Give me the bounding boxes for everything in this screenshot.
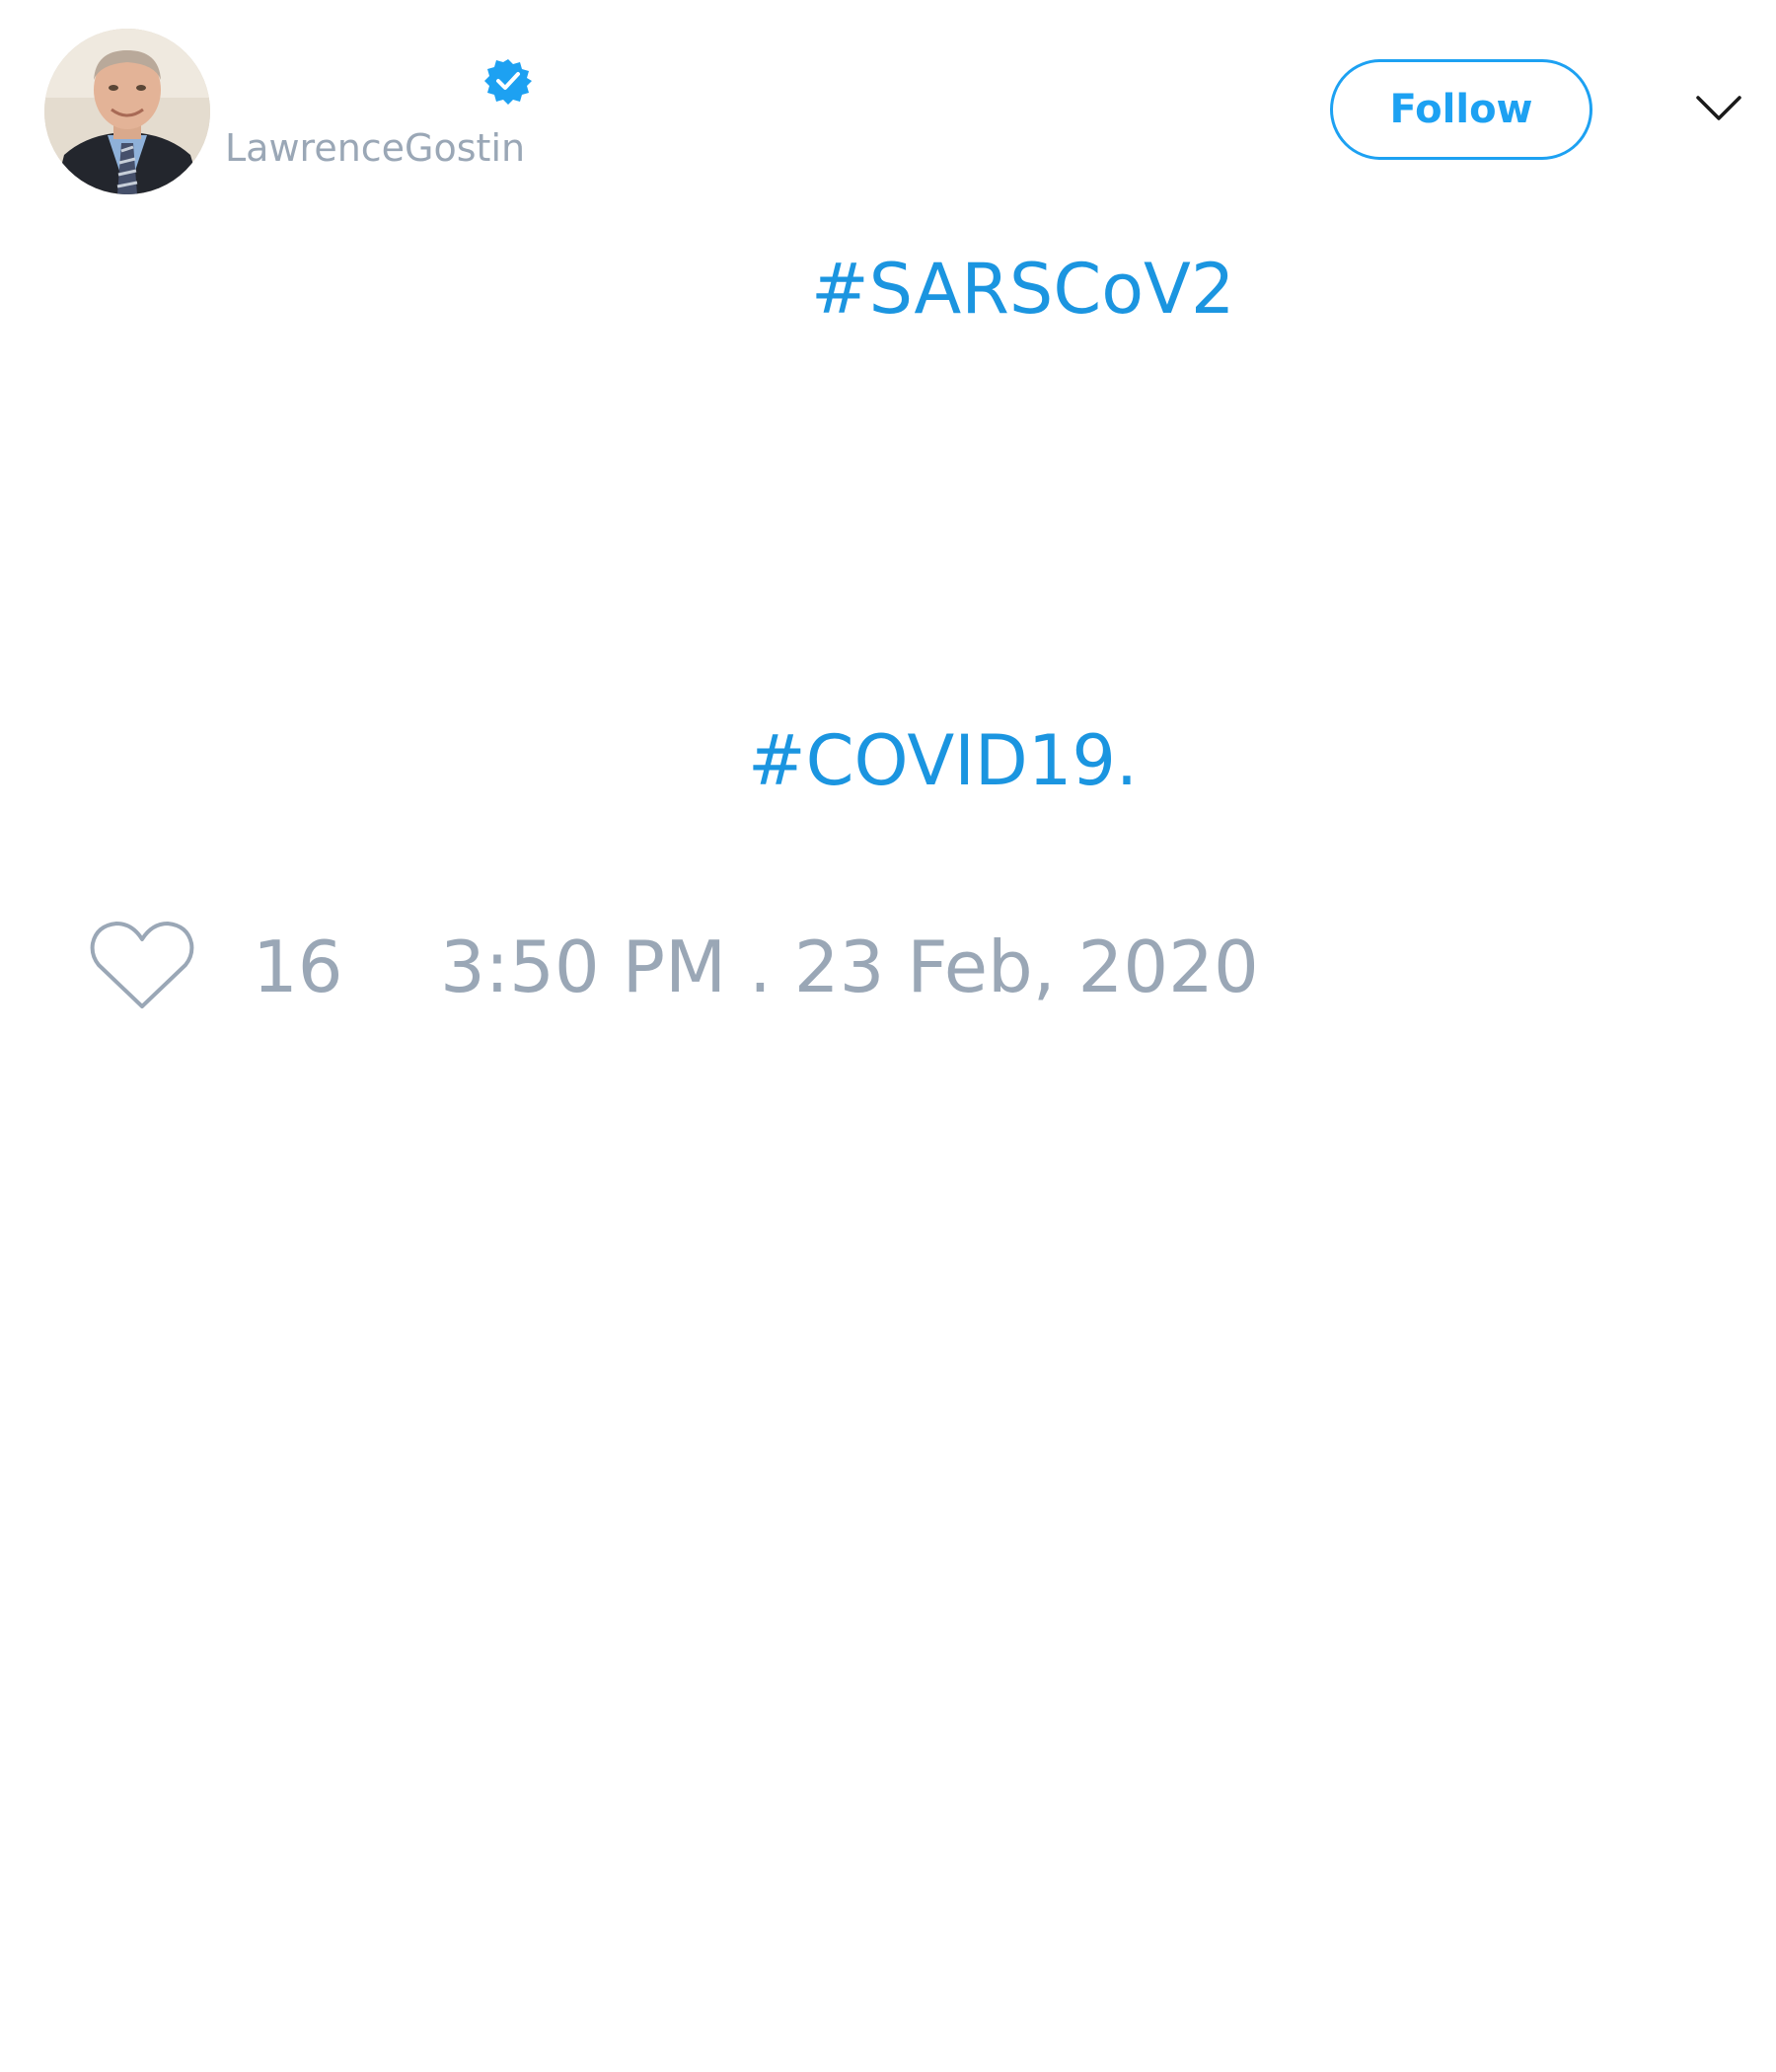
- avatar-image: [44, 29, 210, 194]
- hashtag-link-covid19[interactable]: #COVID19.: [748, 720, 1138, 801]
- verified-badge-icon: [484, 57, 532, 105]
- chevron-down-icon[interactable]: [1695, 95, 1742, 122]
- author-handle[interactable]: LawrenceGostin: [225, 126, 525, 170]
- heart-icon[interactable]: [89, 920, 195, 1012]
- tweet-timestamp[interactable]: 3:50 PM . 23 Feb, 2020: [440, 925, 1259, 1008]
- follow-button[interactable]: Follow: [1330, 59, 1592, 160]
- hashtag-link-sarscov2[interactable]: #SARSCoV2: [811, 249, 1234, 330]
- author-avatar[interactable]: [44, 29, 210, 194]
- like-count: 16: [253, 925, 343, 1008]
